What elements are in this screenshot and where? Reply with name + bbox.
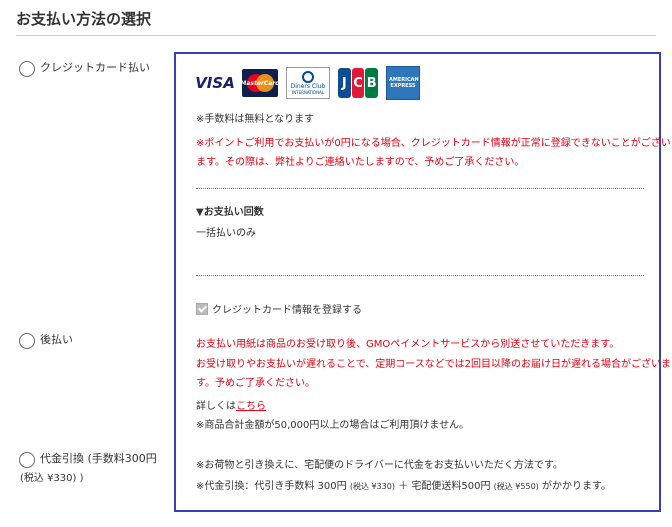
installments-heading: ▼お支払い回数 [196,207,264,218]
credit-warning-line1: ※ポイントご利用でお支払いが0円になる場合、クレジットカード情報が正常に登録でき… [196,138,671,149]
deferred-line1: お支払い用紙は商品のお受け取り後、GMOペイメントサービスから別送させていただき… [196,339,620,350]
save-card-option[interactable]: クレジットカード情報を登録する [196,301,362,316]
payment-option-credit[interactable]: クレジットカード払い [19,61,150,77]
diners-subtext: INTERNATIONAL [291,90,325,95]
cod-radio[interactable] [19,452,35,468]
cod-fee-suffix: がかかります。 [541,481,611,492]
save-card-label: クレジットカード情報を登録する [212,305,362,316]
cod-description: ※お荷物と引き換えに、宅配便のドライバーに代金をお支払いいただく方法です。 [196,460,563,471]
cod-fee-details: ※代金引換：代引き手数料 300円 (税込 ¥330) ＋ 宅配便送料500円 … [196,477,611,496]
amex-icon: AMERICAN EXPRESS [386,66,420,100]
deferred-radio-label: 後払い [40,333,73,346]
visa-icon: VISA [195,69,235,97]
dotted-divider [196,275,644,276]
credit-fee-note: ※手数料は無料となります [196,114,315,125]
cod-fee-prefix: ※代金引換：代引き手数料 300円 [196,481,347,492]
installments-value: 一括払いのみ [196,228,256,239]
cod-radio-label: 代金引換 (手数料300円 [40,452,157,465]
details-link[interactable]: こちら [236,401,266,412]
cod-fee-tax2: (税込 ¥550) [493,482,539,491]
credit-radio-label: クレジットカード払い [40,61,150,74]
visa-text: VISA [195,74,235,92]
mastercard-icon: MasterCard [240,69,280,97]
credit-radio[interactable] [19,61,35,77]
save-card-checkbox[interactable] [196,302,208,315]
cod-fee-tax1: (税込 ¥330) [349,482,395,491]
title-divider [16,35,656,36]
payment-option-cod[interactable]: 代金引換 (手数料300円 [19,452,157,468]
details-prefix: 詳しくは [196,401,236,412]
amex-text: AMERICAN EXPRESS [389,77,419,89]
jcb-icon: JCB [338,68,379,98]
deferred-line2: お受け取りやお支払いが遅れることで、定期コースなどでは2回目以降のお届け日が遅れ… [196,359,671,370]
deferred-line3: す。予めご了承ください。 [196,378,315,389]
deferred-radio[interactable] [19,333,35,349]
payment-details-panel: VISA MasterCard Diners Club INTERNATIONA… [174,52,671,512]
payment-option-deferred[interactable]: 後払い [19,333,73,349]
credit-warning-line2: ます。その際は、弊社よりご連絡いたしますので、予めご了承ください。 [196,157,525,168]
mastercard-text: MasterCard [240,79,280,87]
page-title: お支払い方法の選択 [16,10,152,28]
deferred-details: 詳しくはこちら [196,397,266,416]
diners-club-icon: Diners Club INTERNATIONAL [286,67,330,99]
cod-fee-tax-note: (税込 ¥330) ) [20,473,84,484]
cod-fee-mid: ＋ 宅配便送料500円 [398,481,491,492]
card-brand-logos: VISA MasterCard Diners Club INTERNATIONA… [195,66,420,100]
diners-text: Diners Club [290,83,326,90]
dotted-divider [196,188,644,189]
deferred-limit-note: ※商品合計金額が50,000円以上の場合はご利用頂けません。 [196,420,470,431]
